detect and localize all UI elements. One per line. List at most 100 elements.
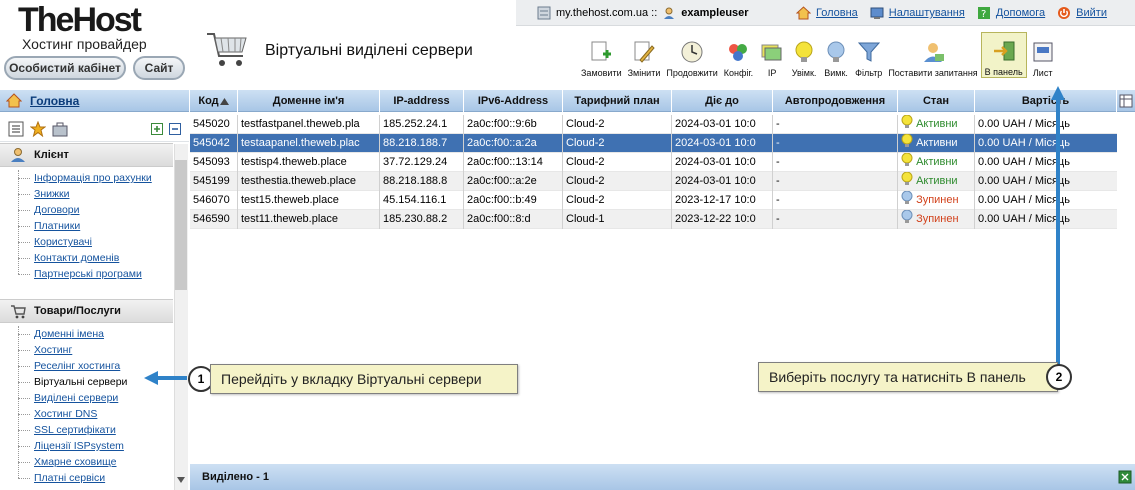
status-text: Активни [916, 118, 958, 130]
status-text: Активни [916, 137, 958, 149]
col-code[interactable]: Код [190, 90, 238, 112]
support-icon [924, 43, 944, 62]
sidebar-icons [0, 116, 189, 142]
col-autorenew[interactable]: Автопродовження [773, 90, 898, 112]
personal-cabinet-button[interactable]: Особистий кабінет [4, 56, 126, 80]
renew-button[interactable]: Продовжити [663, 32, 720, 78]
sidebar-item-dns[interactable]: Хостинг DNS [18, 406, 127, 422]
sidebar-item-users[interactable]: Користувачі [18, 234, 152, 250]
sidebar-section-products[interactable]: Товари/Послуги [0, 299, 173, 323]
logo: TheHost [18, 1, 142, 39]
list-view-icon[interactable] [8, 121, 24, 137]
config-icon [729, 44, 748, 61]
table-scrollbar[interactable] [1117, 112, 1135, 464]
order-button[interactable]: Замовити [578, 32, 625, 78]
status-on-icon [901, 172, 913, 185]
table-row-selected[interactable]: 545042 testaapanel.theweb.plac 88.218.18… [190, 134, 1117, 153]
col-domain[interactable]: Доменне ім'я [238, 90, 380, 112]
col-status[interactable]: Стан [898, 90, 975, 112]
letter-button[interactable]: Лист [1027, 32, 1059, 78]
ip-icon [761, 44, 782, 61]
filter-icon [857, 42, 880, 62]
sidebar-item-isp-licenses[interactable]: Ліцензії ISPsystem [18, 438, 127, 454]
status-text: Активни [916, 156, 958, 168]
table-row[interactable]: 545093 testisp4.theweb.place 37.72.129.2… [190, 153, 1117, 172]
home-link[interactable]: Головна [796, 6, 858, 20]
power-icon [1058, 7, 1071, 19]
products-menu: Доменні імена Хостинг Реселінг хостинга … [18, 326, 127, 486]
callout-two-badge: 2 [1046, 364, 1072, 390]
expand-all-icon[interactable] [151, 122, 163, 135]
status-text: Активни [916, 175, 958, 187]
status-on-icon [901, 115, 913, 128]
svg-text:?: ? [981, 9, 986, 20]
to-panel-button[interactable]: В панель [980, 32, 1027, 78]
filter-button[interactable]: Фільтр [852, 32, 885, 78]
sidebar-item-dedicated[interactable]: Виділені сервери [18, 390, 127, 406]
columns-settings[interactable] [1117, 90, 1135, 112]
disable-button[interactable]: Вимк. [820, 32, 852, 78]
briefcase-icon[interactable] [52, 121, 68, 137]
col-valid-until[interactable]: Діє до [672, 90, 773, 112]
client-icon [11, 148, 25, 162]
sidebar-item-ssl[interactable]: SSL сертифікати [18, 422, 127, 438]
client-menu: Інформація про рахунки Знижки Договори П… [18, 170, 152, 282]
export-excel-icon[interactable] [1118, 470, 1132, 484]
edit-button[interactable]: Змінити [625, 32, 664, 78]
selected-count: Виділено - 1 [202, 471, 269, 483]
table-row[interactable]: 546590 test11.theweb.place 185.230.88.2 … [190, 210, 1117, 229]
scroll-down-icon[interactable] [177, 477, 185, 483]
status-on-icon [901, 153, 913, 166]
page-title: Віртуальні виділені сервери [265, 42, 473, 59]
sidebar-item-reseller[interactable]: Реселінг хостинга [18, 358, 127, 374]
clock-icon [681, 41, 703, 63]
sidebar-home[interactable]: Головна [0, 90, 189, 112]
cart-small-icon [11, 305, 26, 319]
sidebar-item-hosting[interactable]: Хостинг [18, 342, 127, 358]
callout-one: Перейдіть у вкладку Віртуальні сервери [210, 364, 518, 394]
sidebar-item-contracts[interactable]: Договори [18, 202, 152, 218]
server-icon [537, 6, 551, 20]
to-panel-icon [993, 41, 1015, 61]
table-row[interactable]: 545199 testhestia.theweb.place 88.218.18… [190, 172, 1117, 191]
col-plan[interactable]: Тарифний план [563, 90, 672, 112]
star-icon[interactable] [30, 120, 46, 137]
table-row[interactable]: 545020 testfastpanel.theweb.pla 185.252.… [190, 115, 1117, 134]
sidebar-item-domains[interactable]: Доменні імена [18, 326, 127, 342]
config-button[interactable]: Конфіг. [721, 32, 756, 78]
sidebar-scroll-thumb[interactable] [175, 160, 187, 290]
logout-link[interactable]: Вийти [1057, 6, 1107, 20]
ip-button[interactable]: IP [756, 32, 788, 78]
collapse-all-icon[interactable] [169, 122, 181, 135]
sidebar-item-virtual-servers[interactable]: Віртуальні сервери [18, 374, 127, 390]
sidebar-item-partner-programs[interactable]: Партнерські програми [18, 266, 152, 282]
table-row[interactable]: 546070 test15.theweb.place 45.154.116.1 … [190, 191, 1117, 210]
col-ip[interactable]: IP-address [380, 90, 464, 112]
settings-icon [870, 7, 884, 19]
col-price[interactable]: Вартість [975, 90, 1117, 112]
ask-question-button[interactable]: Поставити запитання [885, 32, 980, 78]
sidebar-item-cloud-storage[interactable]: Хмарне сховище [18, 454, 127, 470]
sidebar-item-payers[interactable]: Платники [18, 218, 152, 234]
sidebar-item-domain-contacts[interactable]: Контакти доменів [18, 250, 152, 266]
username: exampleuser [681, 7, 749, 19]
user-icon [664, 7, 675, 19]
bulb-off-icon [827, 41, 845, 62]
home-icon [6, 93, 22, 108]
status-on-icon [901, 134, 913, 147]
sidebar-section-client[interactable]: Клієнт [0, 143, 173, 167]
status-off-icon [901, 191, 913, 204]
toolbar: Замовити Змінити Продовжити Конфіг. IP У… [578, 32, 1059, 80]
settings-link[interactable]: Налаштування [870, 6, 965, 20]
sidebar-item-discounts[interactable]: Знижки [18, 186, 152, 202]
enable-button[interactable]: Увімк. [788, 32, 820, 78]
sidebar-item-paid-services[interactable]: Платні сервіси [18, 470, 127, 486]
user-info: my.thehost.com.ua :: exampleuser [537, 6, 749, 20]
help-link[interactable]: ? Допомога [977, 6, 1045, 20]
home-icon [796, 6, 811, 20]
site-button[interactable]: Сайт [133, 56, 185, 80]
col-ipv6[interactable]: IPv6-Address [464, 90, 563, 112]
sidebar-item-accounts[interactable]: Інформація про рахунки [18, 170, 152, 186]
host-label: my.thehost.com.ua :: [556, 7, 658, 19]
table-header: Код Доменне ім'я IP-address IPv6-Address… [190, 90, 1135, 112]
